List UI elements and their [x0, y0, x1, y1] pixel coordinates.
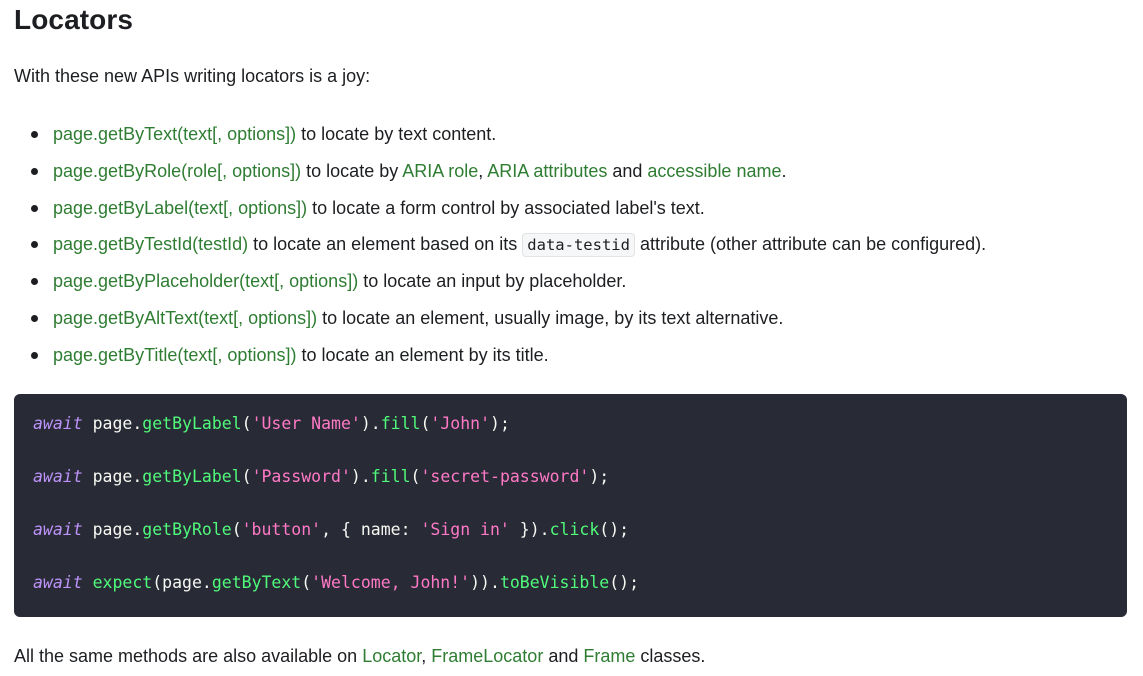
inline-code: data-testid [522, 233, 635, 258]
link-aria-attributes[interactable]: ARIA attributes [487, 161, 607, 181]
outro-text: and [543, 646, 584, 666]
code-text: page. [82, 520, 143, 539]
list-item-text: and [607, 160, 648, 181]
list-item-text: to locate by text content. [296, 124, 497, 144]
bullet-icon [31, 278, 38, 286]
section-heading: Locators [14, 4, 134, 35]
bullet-icon [31, 351, 38, 359]
outro-text: classes. [635, 646, 706, 666]
code-line: await page.getByLabel('Password').fill('… [33, 467, 609, 486]
code-text: ( [231, 520, 242, 539]
code-keyword: await [33, 520, 83, 539]
outro-text: All the same methods are also available … [14, 646, 363, 666]
list-item: page.getByText(text[, options]) to locat… [14, 116, 1128, 153]
link-get-by-alt-text[interactable]: page.getByAltText(text[, options]) [53, 308, 317, 328]
bullet-icon [31, 204, 38, 212]
bullet-icon [31, 314, 38, 322]
link-get-by-text[interactable]: page.getByText(text[, options]) [53, 124, 296, 144]
bullet-icon [31, 131, 38, 138]
code-text: (); [599, 520, 630, 539]
code-text: ). [360, 414, 381, 433]
list-item: page.getByTitle(text[, options]) to loca… [14, 337, 1128, 374]
link-get-by-placeholder[interactable]: page.getByPlaceholder(text[, options]) [53, 271, 358, 291]
code-string: 'Sign in' [420, 520, 510, 539]
code-text: ); [490, 414, 510, 433]
code-text: ); [589, 467, 610, 486]
code-keyword: await [33, 467, 83, 486]
code-function: getByLabel [142, 414, 242, 433]
locator-api-list: page.getByText(text[, options]) to locat… [14, 116, 1128, 374]
code-block[interactable]: await page.getByLabel('User Name').fill(… [14, 394, 1127, 617]
code-text: ( [420, 414, 431, 433]
list-item-text: attribute (other attribute can be config… [634, 234, 987, 255]
code-function: getByText [211, 573, 302, 592]
code-string: 'User Name' [251, 414, 361, 433]
code-string: 'John' [430, 414, 491, 433]
code-line: await page.getByRole('button', { name: '… [33, 520, 629, 539]
code-text: ( [241, 467, 252, 486]
code-line: await page.getByLabel('User Name').fill(… [33, 414, 510, 433]
code-string: 'Welcome, John!' [311, 573, 471, 592]
link-get-by-role[interactable]: page.getByRole(role[, options]) [53, 161, 301, 181]
list-item: page.getByLabel(text[, options]) to loca… [14, 190, 1128, 227]
code-function: toBeVisible [499, 573, 610, 592]
outro-text: , [421, 646, 432, 666]
link-locator[interactable]: Locator [362, 646, 421, 666]
intro-paragraph: With these new APIs writing locators is … [14, 66, 371, 86]
code-text: ( [241, 414, 252, 433]
list-item-text: to locate an input by placeholder. [358, 271, 627, 292]
list-item-text: to locate an element based on its [248, 234, 523, 255]
code-function: fill [370, 467, 411, 486]
code-line: await expect(page.getByText('Welcome, Jo… [33, 573, 639, 592]
code-string: 'secret-password' [420, 467, 590, 486]
list-item-text: to locate by [301, 160, 403, 181]
code-text: )). [470, 573, 500, 592]
code-text: , { name: [321, 520, 421, 539]
list-item-text: to locate an element by its title. [296, 344, 549, 365]
code-text: ). [350, 467, 371, 486]
code-function: fill [380, 414, 421, 433]
link-frame[interactable]: Frame [583, 646, 635, 666]
outro-paragraph: All the same methods are also available … [14, 646, 705, 667]
code-text: ( [410, 467, 421, 486]
link-frame-locator[interactable]: FrameLocator [431, 646, 543, 666]
list-item-text: to locate a form control by associated l… [307, 197, 705, 218]
code-text: page. [82, 467, 143, 486]
bullet-icon [31, 241, 38, 249]
list-item-text: . [781, 160, 787, 181]
code-function: click [549, 520, 600, 539]
code-string: 'button' [241, 520, 322, 539]
link-aria-role[interactable]: ARIA role [402, 161, 478, 181]
link-get-by-title[interactable]: page.getByTitle(text[, options]) [53, 345, 296, 365]
list-item: page.getByPlaceholder(text[, options]) t… [14, 263, 1128, 300]
code-text: page. [82, 414, 143, 433]
link-get-by-test-id[interactable]: page.getByTestId(testId) [53, 234, 248, 254]
code-function: expect [92, 573, 153, 592]
code-text: (page. [152, 573, 212, 592]
link-accessible-name[interactable]: accessible name [647, 161, 781, 181]
code-text: (); [609, 573, 640, 592]
code-string: 'Password' [251, 467, 351, 486]
list-item-text: , [478, 160, 488, 181]
code-keyword: await [33, 573, 83, 592]
code-text: }). [509, 520, 550, 539]
link-get-by-label[interactable]: page.getByLabel(text[, options]) [53, 198, 307, 218]
code-function: getByRole [142, 520, 232, 539]
list-item: page.getByRole(role[, options]) to locat… [14, 153, 1128, 190]
code-function: getByLabel [142, 467, 242, 486]
list-item: page.getByAltText(text[, options]) to lo… [14, 300, 1128, 337]
code-text: ( [301, 573, 312, 592]
list-item: page.getByTestId(testId) to locate an el… [14, 226, 1128, 263]
bullet-icon [31, 167, 38, 175]
code-keyword: await [33, 414, 83, 433]
list-item-text: to locate an element, usually image, by … [317, 307, 784, 328]
